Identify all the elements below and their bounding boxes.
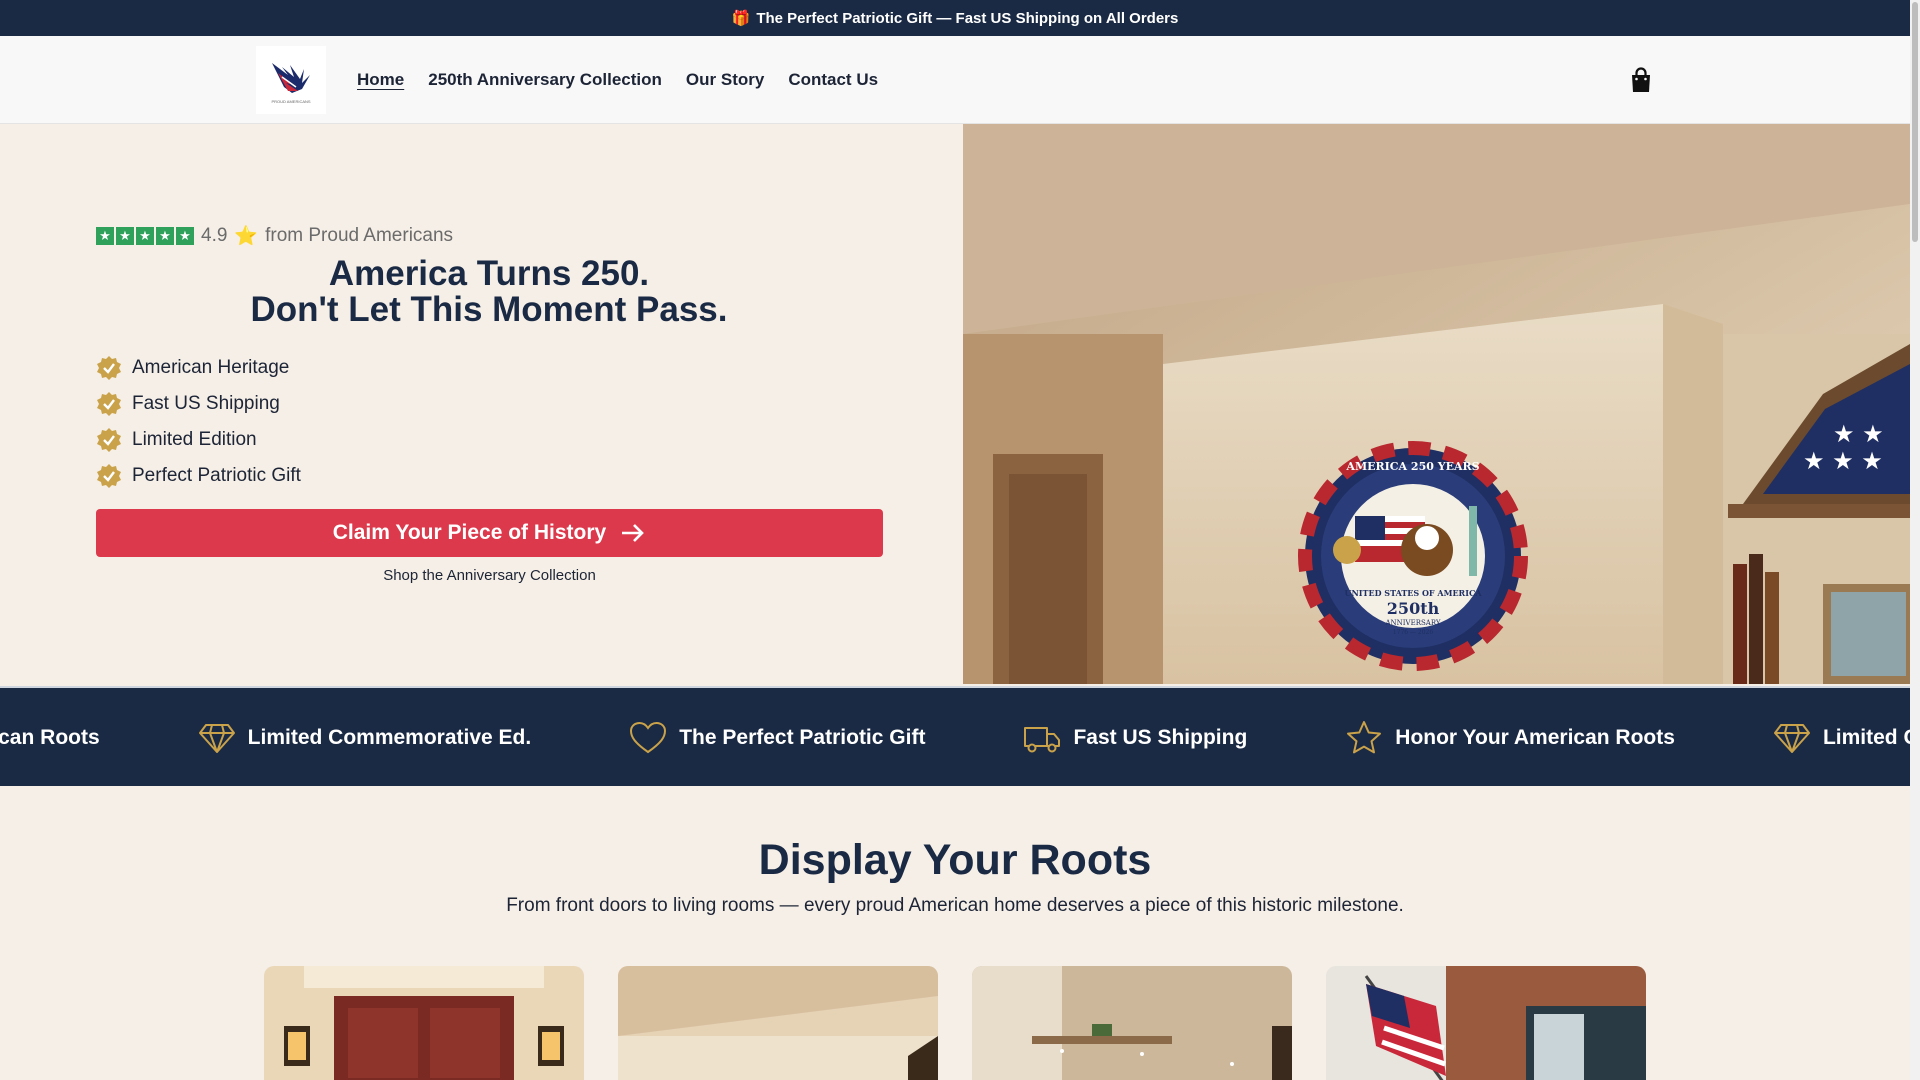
truck-icon — [1024, 727, 1061, 753]
eagle-flag-logo — [272, 62, 310, 93]
badge-check-icon — [97, 464, 121, 488]
hero-title: America Turns 250. Don't Let This Moment… — [96, 256, 882, 328]
star-icon: ★ — [96, 227, 114, 245]
ticker-item: Honor Your American Roots — [1345, 719, 1675, 757]
star-emoji-icon: ⭐ — [234, 226, 259, 247]
living-room-image — [618, 966, 938, 1080]
heart-icon — [630, 721, 667, 754]
ticker-item: The Perfect Patriotic Gift — [629, 719, 925, 757]
ticker-track: Honor Your American Roots Limited Commem… — [0, 688, 1910, 786]
star-icon — [1347, 721, 1382, 754]
nav-our-story[interactable]: Our Story — [686, 70, 764, 90]
svg-text:★ ★: ★ ★ — [1833, 420, 1884, 448]
interior-image — [972, 966, 1292, 1080]
benefits-ticker: Honor Your American Roots Limited Commem… — [0, 686, 1910, 786]
star-icon: ★ — [116, 227, 134, 245]
rating-row: ★ ★ ★ ★ ★ 4.9 ⭐ from Proud Americans — [96, 224, 453, 248]
announcement-bar: 🎁 The Perfect Patriotic Gift — Fast US S… — [0, 0, 1910, 36]
feature-label: American Heritage — [132, 357, 290, 378]
site-logo[interactable]: PROUD AMERICANS — [256, 46, 326, 114]
svg-text:UNITED STATES OF AMERICA: UNITED STATES OF AMERICA — [1344, 588, 1482, 598]
anniversary-wreath: AMERICA 250 YEARS UNITED STATES OF AMERI… — [1298, 441, 1528, 671]
ticker-item: Limited Commemorative Ed. — [198, 719, 532, 757]
ticker-label: Limited Commemorative Ed. — [1822, 726, 1910, 749]
star-icon: ★ — [176, 227, 194, 245]
star-icon: ★ — [156, 227, 174, 245]
front-door-card[interactable] — [264, 966, 584, 1080]
scrollbar-thumb[interactable] — [1912, 2, 1918, 242]
porch-flag-image — [1326, 966, 1646, 1080]
front-door-image — [264, 966, 584, 1080]
living-room-scene: ★ ★ ★ ★ ★ AMERICA 250 YEARS UNITED STATE… — [963, 124, 1910, 684]
shop-collection-link[interactable]: Shop the Anniversary Collection — [96, 567, 883, 584]
feature-list: American Heritage Fast US Shipping Limit… — [96, 350, 301, 494]
diamond-icon — [1773, 724, 1810, 753]
section-title: Display Your Roots — [758, 836, 1152, 884]
badge-check-icon — [97, 356, 121, 380]
svg-text:★ ★ ★: ★ ★ ★ — [1803, 447, 1883, 475]
feature-label: Limited Edition — [132, 429, 257, 450]
ticker-label: Honor Your American Roots — [0, 726, 100, 749]
page-scrollbar[interactable] — [1910, 0, 1920, 1080]
nav-250th-anniversary-collection[interactable]: 250th Anniversary Collection — [428, 70, 662, 90]
cta-label: Claim Your Piece of History — [332, 521, 607, 544]
hero-image: ★ ★ ★ ★ ★ AMERICA 250 YEARS UNITED STATE… — [963, 124, 1910, 684]
ticker-label: Fast US Shipping — [1073, 726, 1248, 749]
svg-text:1776 — 2026: 1776 — 2026 — [1393, 629, 1434, 636]
rating-text: from Proud Americans — [265, 225, 454, 246]
nav-home[interactable]: Home — [357, 70, 404, 90]
ticker-label: Honor Your American Roots — [1395, 726, 1675, 749]
interior-card[interactable] — [972, 966, 1292, 1080]
diamond-icon — [198, 724, 235, 753]
gift-icon: 🎁 — [731, 10, 751, 27]
badge-check-icon — [97, 428, 121, 452]
feature-item: American Heritage — [96, 350, 301, 386]
section-subtitle: From front doors to living rooms — every… — [506, 895, 1404, 916]
ticker-item: Fast US Shipping — [1023, 719, 1247, 757]
living-room-card[interactable] — [618, 966, 938, 1080]
hero-title-line1: America Turns 250. — [328, 254, 650, 293]
ticker-label: Limited Commemorative Ed. — [247, 726, 532, 749]
hero-title-line2: Don't Let This Moment Pass. — [250, 290, 728, 329]
svg-text:ANNIVERSARY: ANNIVERSARY — [1384, 619, 1440, 627]
feature-item: Perfect Patriotic Gift — [96, 458, 301, 494]
ticker-item: Limited Commemorative Ed. — [1773, 719, 1910, 757]
feature-item: Limited Edition — [96, 422, 301, 458]
svg-text:250th: 250th — [1387, 599, 1440, 618]
announcement-text: The Perfect Patriotic Gift — Fast US Shi… — [756, 9, 1179, 27]
logo-wordmark: PROUD AMERICANS — [271, 98, 311, 104]
ticker-item: Honor Your American Roots — [0, 726, 100, 750]
nav-contact-us[interactable]: Contact Us — [788, 70, 878, 90]
feature-label: Fast US Shipping — [132, 393, 280, 414]
main-nav: Home 250th Anniversary Collection Our St… — [357, 36, 878, 124]
svg-text:AMERICA 250 YEARS: AMERICA 250 YEARS — [1345, 460, 1479, 473]
feature-item: Fast US Shipping — [96, 386, 301, 422]
star-icon: ★ — [136, 227, 154, 245]
arrow-right-icon — [622, 524, 645, 542]
claim-history-button[interactable]: Claim Your Piece of History — [96, 509, 883, 557]
feature-label: Perfect Patriotic Gift — [132, 465, 301, 486]
rating-score: 4.9 — [201, 225, 228, 246]
badge-check-icon — [97, 392, 121, 416]
porch-flag-card[interactable] — [1326, 966, 1646, 1080]
ticker-label: The Perfect Patriotic Gift — [679, 726, 926, 749]
shopping-bag-icon[interactable] — [1628, 66, 1654, 94]
site-header: PROUD AMERICANS Home 250th Anniversary C… — [0, 36, 1910, 124]
roots-cards — [264, 966, 1646, 1080]
trust-stars: ★ ★ ★ ★ ★ — [96, 227, 194, 245]
